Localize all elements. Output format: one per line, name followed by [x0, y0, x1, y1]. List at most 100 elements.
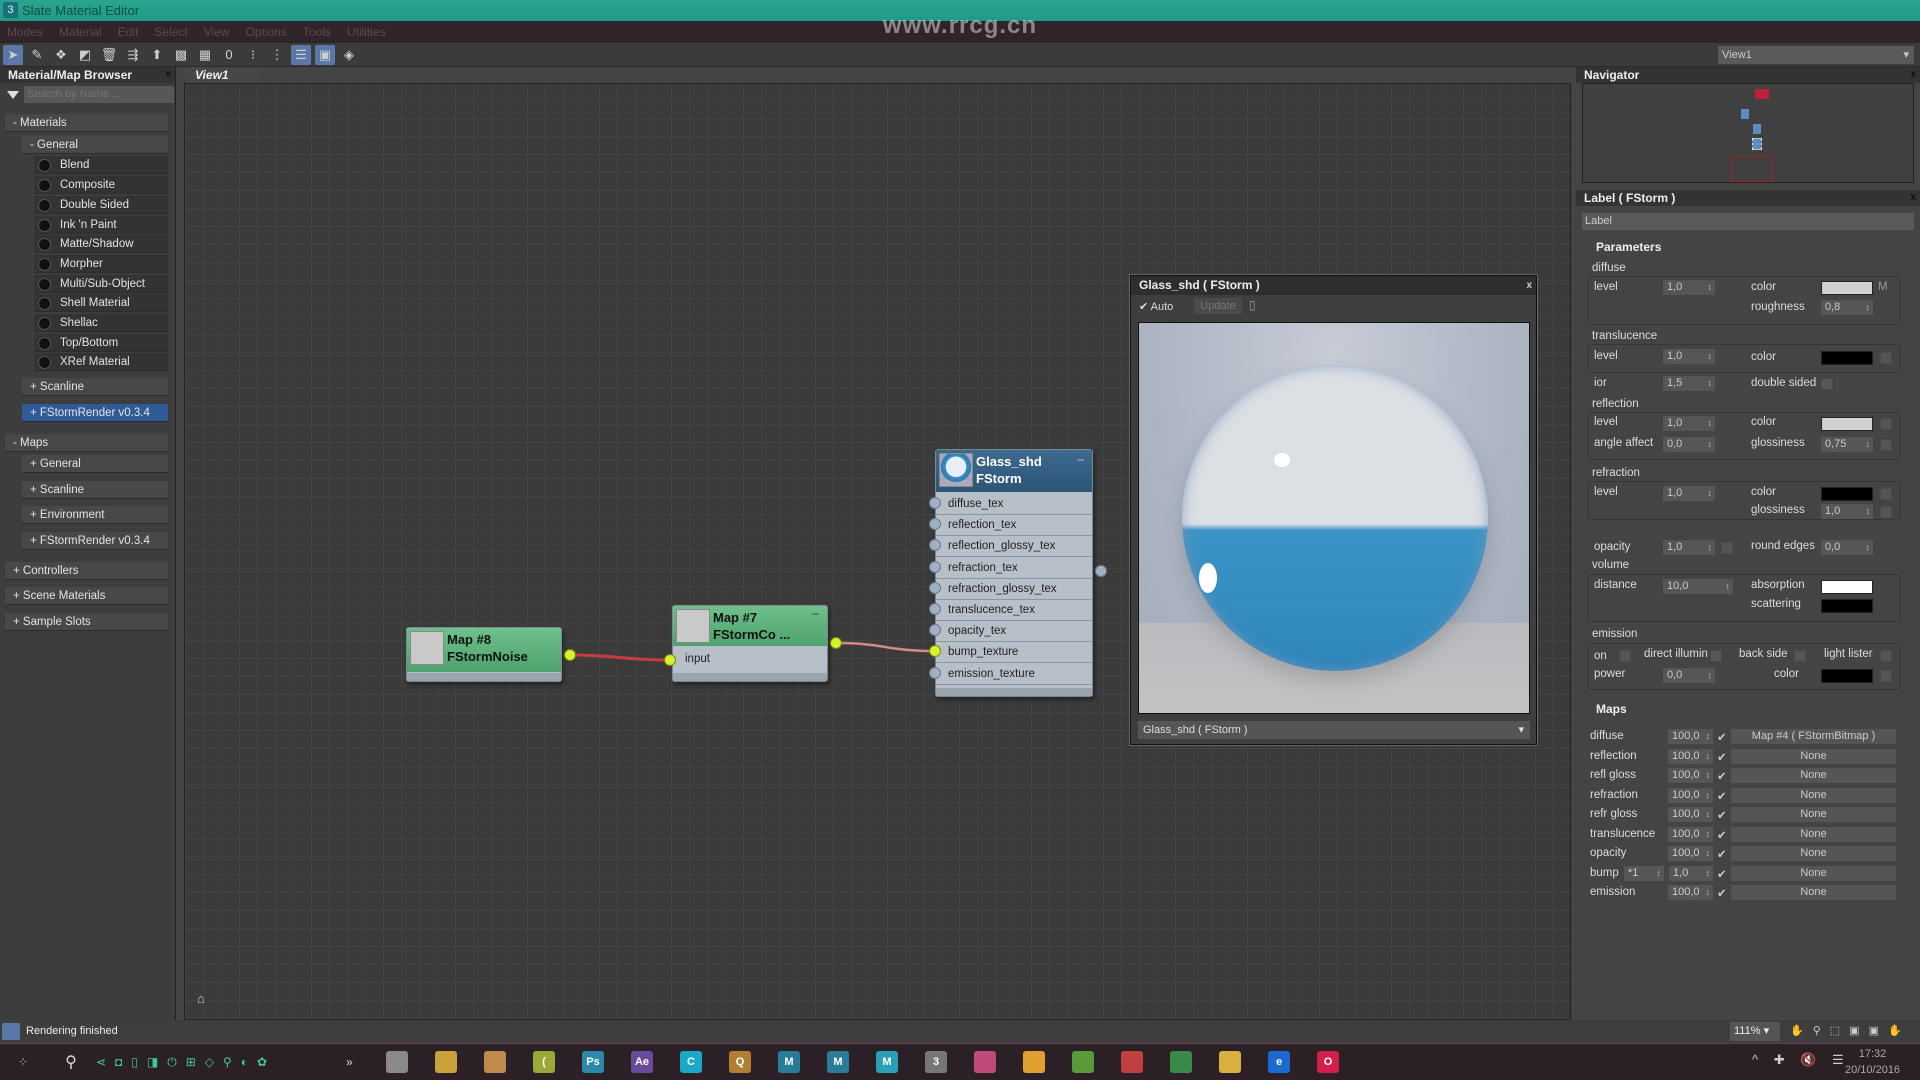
pan-icon[interactable]: ✋ — [1790, 1025, 1813, 1037]
blender-icon[interactable] — [1023, 1051, 1045, 1073]
map-slot-button[interactable]: None — [1731, 768, 1896, 783]
slot-translucence_tex[interactable]: translucence_tex — [936, 600, 1092, 621]
map-amount-spinner[interactable]: 100,0 — [1668, 787, 1713, 803]
tree-item[interactable]: Double Sided — [34, 196, 168, 214]
tree-item[interactable]: + FStormRender v0.3.4 — [22, 404, 168, 422]
map-amount-spinner[interactable]: 1,0 — [1669, 865, 1713, 881]
zoom-icon[interactable]: ⚲ — [1813, 1025, 1830, 1037]
spinner[interactable]: 1,0 — [1663, 540, 1715, 555]
tree-item[interactable]: Morpher — [34, 255, 168, 273]
opera-icon[interactable]: O — [1317, 1051, 1339, 1073]
search-icon[interactable]: ⚲ — [46, 1052, 96, 1072]
output-socket[interactable] — [564, 649, 576, 661]
input-socket[interactable] — [929, 497, 941, 509]
background-icon[interactable]: ▩ — [171, 45, 191, 65]
update-button[interactable]: Update — [1194, 298, 1242, 314]
map-slot-button[interactable]: Map #4 ( FStormBitmap ) — [1731, 729, 1896, 744]
map-enabled-checkbox[interactable]: ✔ — [1717, 828, 1727, 842]
map-amount-spinner[interactable]: 100,0 — [1668, 748, 1713, 764]
input-socket[interactable] — [929, 666, 941, 679]
tree-item[interactable]: Blend — [34, 156, 168, 174]
put-to-scene-icon[interactable]: ◩ — [75, 45, 95, 65]
map-button[interactable]: M — [1878, 281, 1888, 293]
close-icon[interactable]: x — [1526, 276, 1532, 295]
hand-icon[interactable] — [2, 1023, 20, 1040]
app-icon[interactable]: M — [876, 1051, 898, 1073]
zoom-select[interactable]: 111% ▾ — [1730, 1022, 1780, 1041]
color-swatch[interactable] — [1821, 417, 1873, 431]
spinner[interactable]: 0,8 — [1821, 300, 1873, 315]
spinner[interactable]: 1,0 — [1821, 504, 1873, 519]
slot-input[interactable]: input — [673, 649, 827, 670]
map-amount-spinner[interactable]: 100,0 — [1668, 807, 1713, 822]
output-socket[interactable] — [830, 637, 842, 649]
spotify-icon[interactable] — [1170, 1051, 1192, 1073]
checkbox[interactable] — [1880, 488, 1892, 500]
checkbox[interactable] — [1721, 542, 1733, 554]
node-glass-shd[interactable]: Glass_shd FStorm – diffuse_tex reflection_… — [935, 449, 1093, 697]
search-input[interactable] — [24, 86, 174, 103]
map-slot-button[interactable]: None — [1731, 826, 1896, 842]
color-swatch[interactable] — [1821, 487, 1873, 501]
color-swatch[interactable] — [1821, 669, 1873, 683]
map-amount-spinner[interactable]: 100,0 — [1668, 885, 1713, 900]
tree-item[interactable]: Shell Material — [34, 294, 168, 312]
checkbox[interactable] — [1880, 670, 1892, 682]
map-enabled-checkbox[interactable]: ✔ — [1717, 847, 1727, 861]
auto-checkbox[interactable]: ✔ Auto — [1139, 300, 1173, 313]
tree-item[interactable]: Matte/Shadow — [34, 235, 168, 253]
map-amount-spinner[interactable]: 100,0 — [1668, 729, 1713, 744]
preview-material-select[interactable]: Glass_shd ( FStorm ) ▾ — [1138, 721, 1530, 739]
spinner[interactable]: 1,0 — [1663, 416, 1715, 431]
spinner[interactable]: 1,5 — [1663, 376, 1715, 391]
spinner[interactable]: 1,0 — [1663, 349, 1715, 364]
tree-item[interactable]: + Controllers — [5, 562, 168, 580]
clock[interactable]: 17:32 20/10/2016 — [1845, 1046, 1900, 1078]
preview-window-icon[interactable]: ▣ — [315, 44, 335, 65]
evernote-icon[interactable] — [1072, 1051, 1094, 1073]
assign-material-icon[interactable]: ⬆ — [147, 45, 167, 65]
quick-launch-icons[interactable]: ⋖◘▯◨⏻⊞◇⚲◐✿ — [96, 1055, 346, 1070]
slot-opacity_tex[interactable]: opacity_tex — [936, 621, 1092, 643]
app-icon[interactable]: Q — [729, 1051, 751, 1073]
input-socket[interactable] — [929, 603, 941, 615]
slot-bump_texture[interactable]: bump_texture — [936, 642, 1092, 664]
maya-icon[interactable]: M — [778, 1051, 800, 1073]
color-swatch[interactable] — [1821, 281, 1873, 295]
checkbox[interactable] — [1821, 378, 1833, 390]
explorer-save-icon[interactable] — [386, 1051, 408, 1073]
tree-item[interactable]: - Materials — [5, 114, 168, 132]
tree-item[interactable]: + Scanline — [22, 378, 168, 396]
resize-grip[interactable] — [936, 688, 1092, 696]
checkbox[interactable] — [1880, 506, 1892, 518]
folder-icon[interactable] — [1219, 1051, 1241, 1073]
view-select[interactable]: View1 ▾ — [1718, 46, 1914, 64]
map-amount-spinner[interactable]: 100,0 — [1668, 846, 1713, 861]
tree-item[interactable]: Shellac — [34, 314, 168, 332]
spinner[interactable]: 0,75 — [1821, 437, 1873, 452]
color-swatch[interactable] — [1821, 580, 1873, 594]
slot-reflection_glossy_tex[interactable]: reflection_glossy_tex — [936, 536, 1092, 558]
tree-item[interactable]: + Scanline — [22, 481, 168, 499]
spinner[interactable]: 0,0 — [1821, 540, 1873, 555]
tree-item[interactable]: + Environment — [22, 506, 168, 524]
checkbox[interactable] — [1880, 650, 1892, 662]
render-map-icon[interactable]: ◈ — [339, 45, 359, 65]
file-icon[interactable] — [484, 1051, 506, 1073]
input-socket[interactable] — [929, 560, 941, 573]
node-map7[interactable]: Map #7 FStormCo ... – input — [672, 605, 828, 682]
tray-icons[interactable]: ^ ✚ 🔇 ☰ — [1752, 1052, 1850, 1068]
layout-children-icon[interactable]: ⋮ — [267, 45, 287, 65]
checkbox[interactable] — [1710, 650, 1722, 662]
zero-icon[interactable]: 0 — [219, 45, 239, 65]
map-enabled-checkbox[interactable]: ✔ — [1717, 789, 1727, 803]
spinner[interactable]: 1,0 — [1663, 280, 1715, 295]
map-amount-spinner[interactable]: 100,0 — [1668, 768, 1713, 783]
section-header[interactable]: Maps — [1596, 702, 1627, 716]
map-enabled-checkbox[interactable]: ✔ — [1717, 808, 1727, 822]
pick-material-icon[interactable]: ❖ — [51, 45, 71, 65]
options-triangle-icon[interactable] — [7, 91, 19, 99]
app-icon[interactable]: C — [680, 1051, 702, 1073]
delete-icon[interactable]: 🗑 — [99, 45, 119, 65]
frame-selected-icon[interactable]: ▣ — [1869, 1025, 1888, 1037]
